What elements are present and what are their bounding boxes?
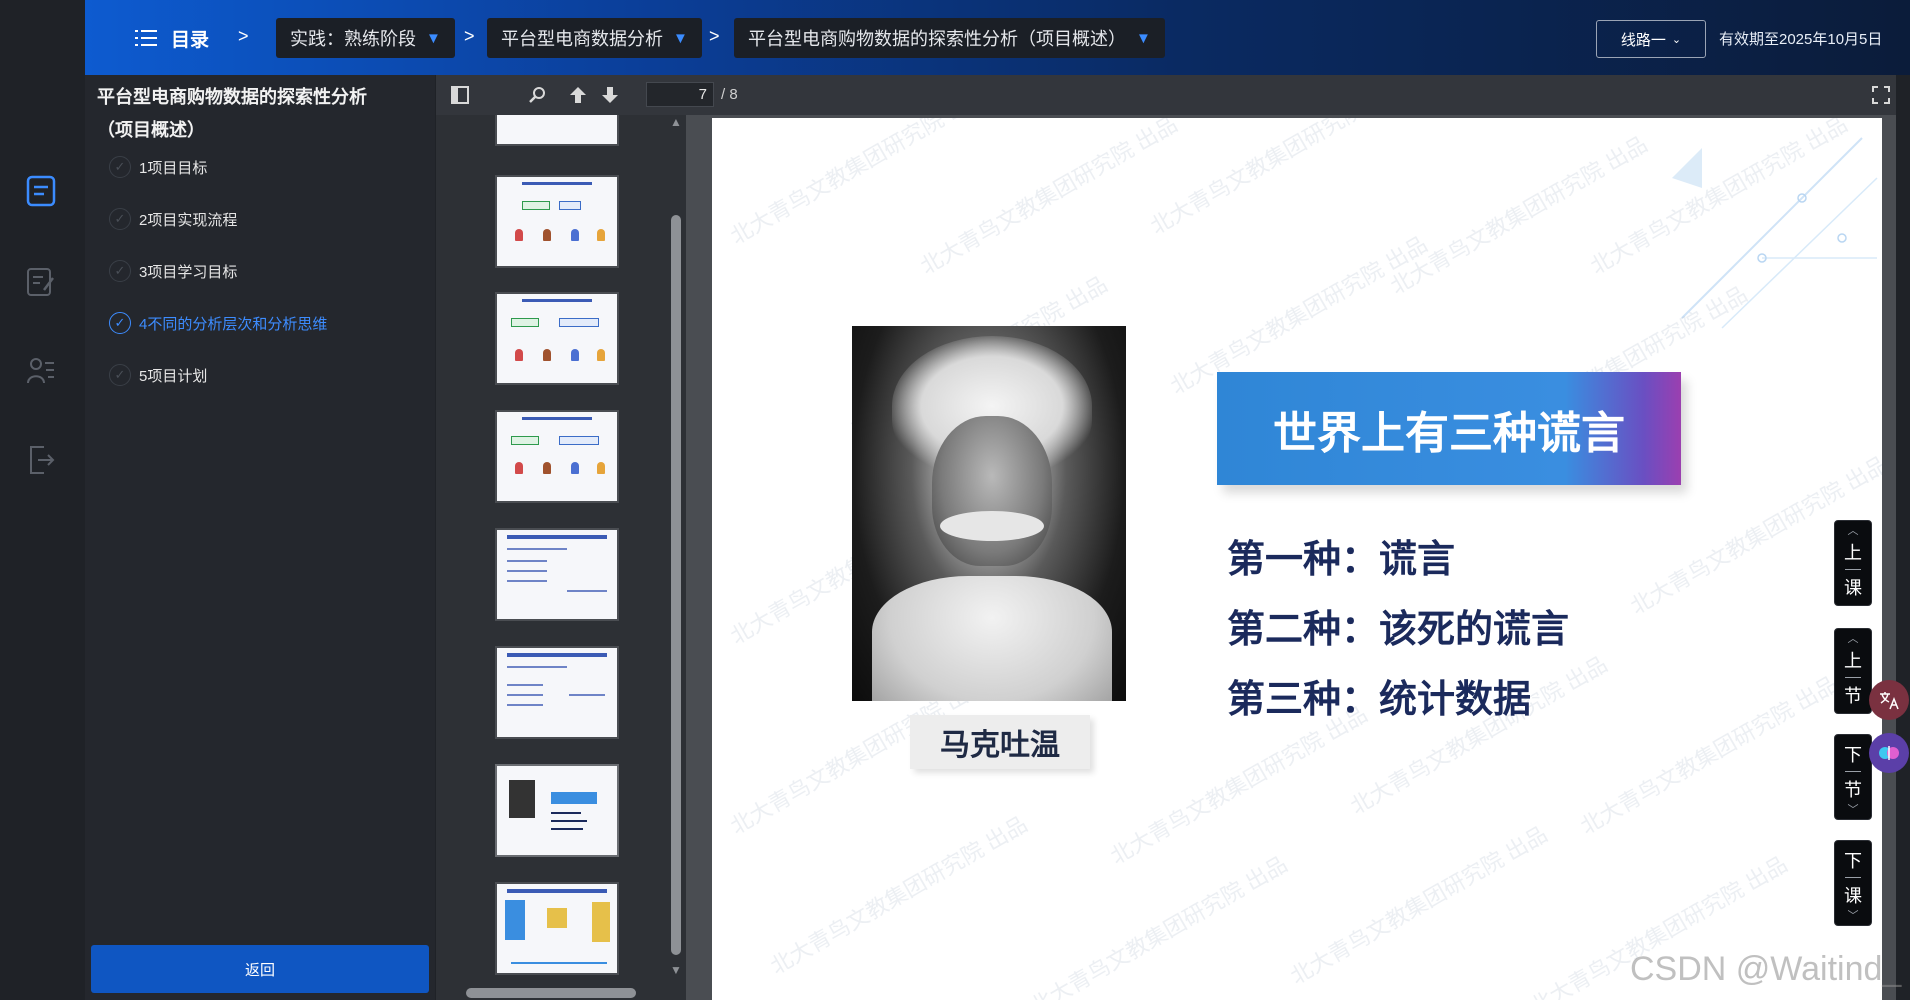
next-lesson-button[interactable]: 下 课 ﹀ [1834, 840, 1872, 926]
next-lesson-char: 下 [1844, 850, 1862, 871]
outline-item[interactable]: ✓ 1项目目标 [109, 156, 207, 178]
next-lesson-char: 课 [1844, 885, 1862, 906]
ai-assistant-icon[interactable] [1869, 733, 1909, 773]
prev-section-char: 上 [1844, 650, 1862, 671]
page-thumbnail[interactable] [495, 410, 619, 503]
outline-item-label: 5项目计划 [139, 367, 208, 385]
route-label: 线路一 [1620, 31, 1666, 49]
toc-label: 目录 [171, 29, 210, 51]
translate-icon[interactable] [1869, 680, 1909, 720]
scroll-down-arrow-icon[interactable]: ▼ [670, 963, 682, 977]
sidebar-toggle-icon[interactable] [448, 83, 472, 107]
outline-item-label: 2项目实现流程 [139, 211, 238, 229]
slide-line: 第二种：该死的谎言 [1227, 609, 1570, 651]
slide-line: 第一种：谎言 [1227, 539, 1456, 581]
thumbnail-sidebar: ▲ ▼ [436, 115, 686, 1000]
outline-title: 平台型电商购物数据的探索性分析（项目概述） [97, 87, 367, 140]
outline-panel: 平台型电商购物数据的探索性分析（项目概述） ✓ 1项目目标 ✓ 2项目实现流程 … [85, 75, 435, 1000]
toc-button[interactable]: 目录 [135, 24, 209, 52]
breadcrumb-separator: > [709, 26, 720, 46]
slide-viewer: 北大青鸟文教集团研究院 出品 北大青鸟文教集团研究院 出品 北大青鸟文教集团研究… [686, 115, 1896, 1000]
search-icon[interactable] [526, 83, 550, 107]
csdn-watermark: CSDN @Waitind_ [1630, 950, 1902, 988]
arrow-up-icon[interactable] [566, 83, 590, 107]
top-bar: 目录 > 实践：熟练阶段 ▼ > 平台型电商数据分析 ▼ > 平台型电商购物数据… [85, 0, 1910, 75]
next-section-button[interactable]: 下 节 ﹀ [1834, 734, 1872, 820]
slide-page: 北大青鸟文教集团研究院 出品 北大青鸟文教集团研究院 出品 北大青鸟文教集团研究… [712, 118, 1882, 1000]
prev-section-char: 节 [1844, 685, 1862, 706]
page-total: / 8 [721, 86, 738, 103]
check-circle-icon: ✓ [109, 208, 131, 230]
outline-item[interactable]: ✓ 5项目计划 [109, 364, 207, 386]
page-thumbnail[interactable] [495, 115, 619, 146]
prev-section-button[interactable]: ︿ 上 节 [1834, 628, 1872, 714]
next-section-char: 下 [1844, 744, 1862, 765]
portrait-name-label: 马克吐温 [910, 715, 1090, 769]
page-thumbnail[interactable] [495, 882, 619, 975]
watermark-text: 北大青鸟文教集团研究院 出品 [1026, 851, 1292, 1000]
page-thumbnail[interactable] [495, 528, 619, 621]
page-thumbnail[interactable] [495, 175, 619, 268]
scroll-up-arrow-icon[interactable]: ▲ [670, 115, 682, 129]
breadcrumb-stage-dropdown[interactable]: 实践：熟练阶段 ▼ [276, 18, 455, 58]
thumbnail-horizontal-scrollbar[interactable] [466, 988, 636, 998]
slide-line: 第三种：统计数据 [1227, 679, 1532, 721]
back-button[interactable]: 返回 [91, 945, 429, 993]
breadcrumb-separator: > [464, 26, 475, 46]
page-thumbnail-current[interactable] [495, 764, 619, 857]
expiry-text: 有效期至2025年10月5日 [1719, 31, 1883, 48]
pdf-toolbar: / 8 [436, 75, 1896, 115]
mark-twain-portrait [852, 326, 1126, 701]
outline-icon[interactable] [26, 175, 56, 207]
page-thumbnail[interactable] [495, 646, 619, 739]
breadcrumb-separator: > [238, 26, 249, 46]
breadcrumb-stage-label: 实践：熟练阶段 [290, 29, 416, 49]
next-section-char: 节 [1844, 779, 1862, 800]
outline-item[interactable]: ✓ 3项目学习目标 [109, 260, 237, 282]
watermark-text: 北大青鸟文教集团研究院 出品 [766, 811, 1032, 980]
outline-item-label: 3项目学习目标 [139, 263, 238, 281]
prev-lesson-char: 课 [1844, 577, 1862, 598]
watermark-text: 北大青鸟文教集团研究院 出品 [1286, 821, 1552, 990]
watermark-text: 北大青鸟文教集团研究院 出品 [1386, 131, 1652, 300]
watermark-text: 北大青鸟文教集团研究院 出品 [1576, 671, 1842, 840]
chevron-up-icon: ︿ [1847, 632, 1859, 645]
dropdown-triangle-icon: ▼ [426, 29, 441, 47]
route-select[interactable]: 线路一 ⌄ [1596, 20, 1706, 58]
people-icon[interactable] [26, 355, 56, 387]
chevron-down-icon: ﹀ [1847, 803, 1859, 816]
exit-icon[interactable] [26, 444, 56, 476]
chevron-down-icon: ﹀ [1847, 909, 1859, 922]
watermark-text: 北大青鸟文教集团研究院 出品 [916, 118, 1182, 280]
outline-item-label: 1项目目标 [139, 159, 208, 177]
breadcrumb-course-dropdown[interactable]: 平台型电商数据分析 ▼ [487, 18, 702, 58]
check-circle-icon: ✓ [109, 364, 131, 386]
dropdown-triangle-icon: ▼ [673, 29, 688, 47]
thumbnail-scrollbar-thumb[interactable] [671, 215, 681, 955]
menu-list-icon [135, 28, 157, 48]
chevron-up-icon: ︿ [1847, 524, 1859, 537]
watermark-text: 北大青鸟文教集团研究院 出品 [1106, 701, 1372, 870]
breadcrumb-course-label: 平台型电商数据分析 [501, 29, 663, 49]
outline-item[interactable]: ✓ 2项目实现流程 [109, 208, 237, 230]
notes-icon[interactable] [26, 266, 56, 298]
fullscreen-icon[interactable] [1869, 83, 1893, 107]
arrow-down-icon[interactable] [598, 83, 622, 107]
breadcrumb-lesson-label: 平台型电商购物数据的探索性分析（项目概述） [748, 29, 1126, 49]
breadcrumb-lesson-dropdown[interactable]: 平台型电商购物数据的探索性分析（项目概述） ▼ [734, 18, 1165, 58]
check-circle-icon: ✓ [109, 156, 131, 178]
left-rail [0, 0, 85, 1000]
watermark-text: 北大青鸟文教集团研究院 出品 [1146, 118, 1412, 240]
check-circle-icon: ✓ [109, 260, 131, 282]
chevron-down-icon: ⌄ [1671, 33, 1682, 46]
outline-item-label: 4不同的分析层次和分析思维 [139, 315, 328, 333]
slide-title: 世界上有三种谎言 [1217, 372, 1681, 485]
page-thumbnail[interactable] [495, 292, 619, 385]
page-number-input[interactable] [646, 82, 714, 107]
dropdown-triangle-icon: ▼ [1136, 29, 1151, 47]
check-circle-icon: ✓ [109, 312, 131, 334]
prev-lesson-char: 上 [1844, 542, 1862, 563]
prev-lesson-button[interactable]: ︿ 上 课 [1834, 520, 1872, 606]
outline-item-active[interactable]: ✓ 4不同的分析层次和分析思维 [109, 312, 327, 334]
